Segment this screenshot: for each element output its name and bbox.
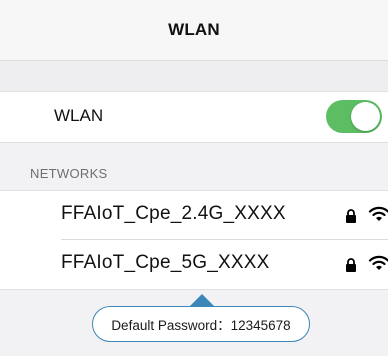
tooltip-arrow [190,294,214,306]
network-row[interactable]: FFAIoT_Cpe_2.4G_XXXX [0,191,388,240]
network-list: FFAIoT_Cpe_2.4G_XXXX FFAIoT_Cpe_5G_XXXX [0,190,388,290]
network-ssid: FFAIoT_Cpe_2.4G_XXXX [61,203,286,224]
wifi-icon [368,206,388,221]
default-password-tooltip: Default Password：12345678 [92,306,310,342]
lock-icon [346,209,356,223]
wlan-toggle-row: WLAN [0,91,388,143]
wlan-toggle-switch[interactable] [326,100,382,133]
networks-section-header: NETWORKS [30,166,108,181]
wifi-icon [368,255,388,270]
section-spacer [0,61,388,91]
wlan-label: WLAN [54,106,104,125]
network-row[interactable]: FFAIoT_Cpe_5G_XXXX [0,240,388,288]
toggle-knob [351,102,380,131]
page-title: WLAN [168,20,220,39]
network-ssid: FFAIoT_Cpe_5G_XXXX [61,252,270,273]
lock-icon [346,258,356,272]
tooltip-text: Default Password：12345678 [111,318,291,333]
nav-header: WLAN [0,0,388,61]
